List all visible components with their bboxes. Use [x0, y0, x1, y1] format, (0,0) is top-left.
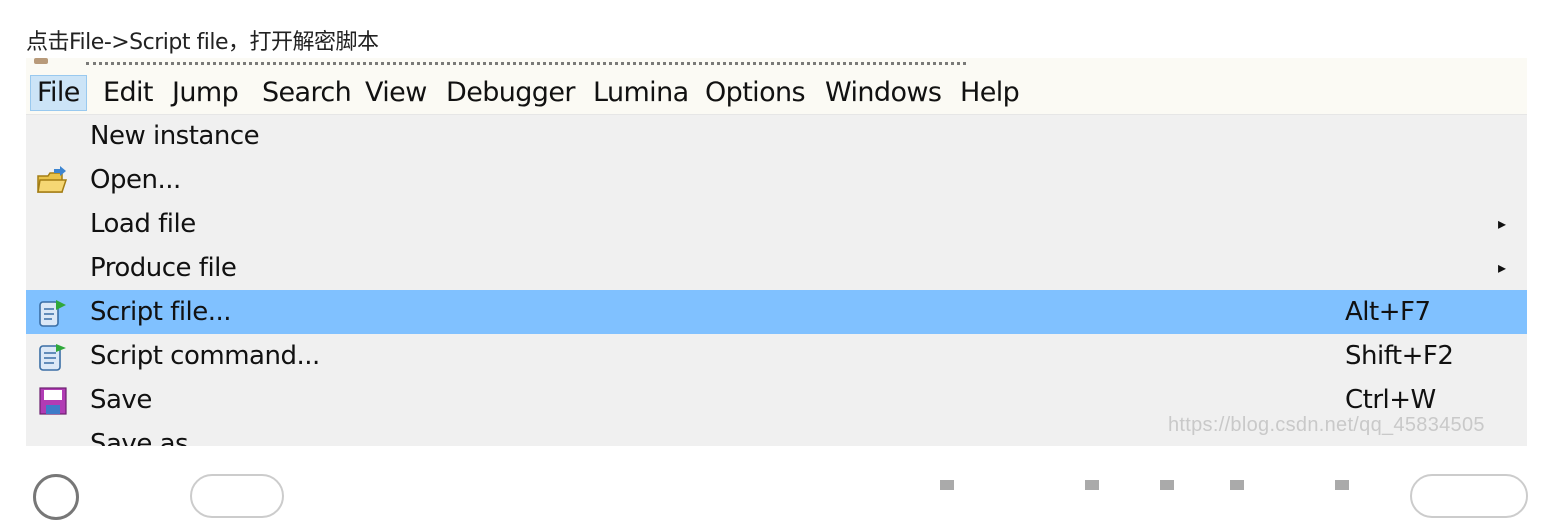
- menu-item-label: Open...: [90, 165, 181, 195]
- pill-button[interactable]: [190, 474, 284, 518]
- menu-item-label: Save: [90, 385, 152, 415]
- menu-item-script-file[interactable]: Script file... Alt+F7: [26, 290, 1527, 334]
- caption-text: 点击File->Script file，打开解密脚本: [26, 30, 379, 55]
- toolbar-icon[interactable]: [940, 480, 954, 490]
- menu-item-label: New instance: [90, 121, 260, 151]
- menu-item-shortcut: Ctrl+W: [1345, 385, 1436, 415]
- menu-item-produce-file[interactable]: Produce file ▸: [26, 246, 1527, 290]
- toolbar-icon[interactable]: [1335, 480, 1349, 490]
- menu-view[interactable]: View: [365, 76, 427, 110]
- avatar[interactable]: [33, 474, 79, 520]
- menu-item-shortcut: Shift+F2: [1345, 341, 1454, 371]
- menu-item-label: Produce file: [90, 253, 237, 283]
- cutoff-title-text: [86, 58, 966, 65]
- bottom-toolbar-strip: [0, 446, 1552, 520]
- toolbar-icon[interactable]: [1085, 480, 1099, 490]
- app-icon: [34, 58, 48, 64]
- menu-item-shortcut: Alt+F7: [1345, 297, 1431, 327]
- toolbar-icon[interactable]: [1160, 480, 1174, 490]
- menu-item-new-instance[interactable]: New instance: [26, 114, 1527, 158]
- ida-window-screenshot: File Edit Jump Search View Debugger Lumi…: [26, 58, 1527, 446]
- menu-debugger[interactable]: Debugger: [446, 76, 575, 110]
- menu-lumina[interactable]: Lumina: [593, 76, 689, 110]
- watermark-text: https://blog.csdn.net/qq_45834505: [1168, 414, 1485, 436]
- menu-item-open[interactable]: Open...: [26, 158, 1527, 202]
- menu-edit[interactable]: Edit: [103, 76, 153, 110]
- script-file-icon: [39, 300, 66, 327]
- script-command-icon: [39, 344, 66, 371]
- menu-item-label: Save as...: [90, 429, 212, 446]
- menu-item-label: Load file: [90, 209, 196, 239]
- menu-item-label: Script command...: [90, 341, 320, 371]
- menubar: File Edit Jump Search View Debugger Lumi…: [26, 70, 1527, 115]
- open-folder-icon: [37, 166, 68, 193]
- save-icon: [39, 387, 67, 415]
- menu-options[interactable]: Options: [705, 76, 806, 110]
- menu-item-script-command[interactable]: Script command... Shift+F2: [26, 334, 1527, 378]
- menu-windows[interactable]: Windows: [825, 76, 942, 110]
- cutoff-title-strip: [26, 58, 1527, 70]
- menu-item-label: Script file...: [90, 297, 232, 327]
- menu-file[interactable]: File: [30, 75, 87, 111]
- toolbar-icon[interactable]: [1230, 480, 1244, 490]
- menu-search[interactable]: Search: [262, 76, 352, 110]
- submenu-arrow-icon: ▸: [1498, 214, 1506, 233]
- menu-jump[interactable]: Jump: [172, 76, 239, 110]
- submenu-arrow-icon: ▸: [1498, 258, 1506, 277]
- pill-button[interactable]: [1410, 474, 1528, 518]
- menu-item-load-file[interactable]: Load file ▸: [26, 202, 1527, 246]
- menu-help[interactable]: Help: [960, 76, 1020, 110]
